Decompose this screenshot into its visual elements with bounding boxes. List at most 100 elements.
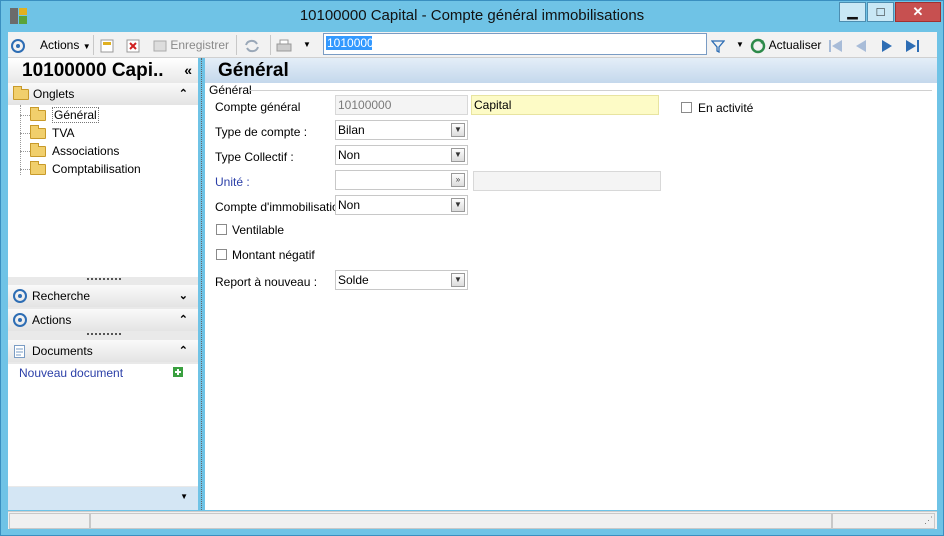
chevron-up-icon: ⌃ [178, 345, 188, 357]
splitter-grip[interactable] [87, 278, 121, 281]
ventilable-checkbox[interactable] [216, 224, 227, 235]
print-dropdown-icon[interactable]: ▼ [303, 32, 311, 58]
actions-menu-button[interactable]: Actions ▼ [40, 32, 91, 58]
unite-description-field [473, 171, 661, 191]
status-cell [832, 513, 935, 529]
next-record-icon[interactable] [880, 32, 894, 58]
report-value: Solde [338, 273, 369, 287]
folder-icon [30, 125, 46, 139]
search-selected-text: 10100000 [326, 36, 381, 50]
folder-icon [30, 161, 46, 175]
actions-label: Actions [32, 313, 72, 327]
tab-comptabilisation[interactable]: Comptabilisation [30, 160, 141, 178]
refresh-button[interactable]: Actualiser [750, 32, 821, 58]
chevron-down-icon: ▼ [82, 42, 91, 51]
folder-icon [13, 86, 29, 100]
save-label: Enregistrer [170, 38, 230, 52]
sidebar: 10100000 Capi.. « Onglets ⌃ Général TVA … [8, 58, 198, 510]
title-bar: 10100000 Capital - Compte général immobi… [1, 1, 943, 31]
chevron-down-icon[interactable]: ▼ [451, 123, 465, 137]
compte-general-code-field: 10100000 [335, 95, 468, 115]
type-collectif-label: Type Collectif : [215, 150, 294, 164]
actions-menu-label: Actions [40, 38, 80, 52]
compte-immo-label: Compte d'immobilisation : [215, 200, 353, 214]
maximize-button[interactable]: □ [867, 2, 894, 22]
tab-tva[interactable]: TVA [30, 124, 74, 142]
resize-grip-icon[interactable]: ⋰ [924, 515, 933, 526]
refresh-label: Actualiser [768, 38, 822, 52]
en-activite-label: En activité [698, 101, 754, 115]
status-cell [90, 513, 832, 529]
sync-icon[interactable] [244, 32, 260, 58]
new-document-link[interactable]: Nouveau document [19, 366, 123, 380]
new-record-icon[interactable] [100, 32, 114, 58]
chevron-down-icon[interactable]: ▼ [451, 148, 465, 162]
main-panel: Général Général Compte général 10100000 … [205, 58, 937, 510]
window-title: 10100000 Capital - Compte général immobi… [299, 7, 645, 24]
chevron-down-icon[interactable]: ▼ [180, 492, 188, 501]
chevron-up-icon: ⌃ [178, 88, 188, 100]
previous-record-icon[interactable] [854, 32, 868, 58]
compte-general-label: Compte général [215, 100, 301, 114]
filter-icon[interactable] [710, 32, 726, 58]
compte-immo-value: Non [338, 198, 361, 212]
compte-general-name-field[interactable]: Capital [471, 95, 659, 115]
document-icon [14, 345, 25, 358]
search-input[interactable] [324, 34, 706, 54]
actions-header[interactable]: Actions ⌃ [8, 309, 198, 331]
type-collectif-value: Non [338, 148, 361, 162]
onglets-tree: Général TVA Associations Comptabilisatio… [8, 105, 198, 277]
report-label: Report à nouveau : [215, 275, 318, 289]
collapse-sidebar-button[interactable]: « [184, 62, 192, 78]
onglets-header[interactable]: Onglets ⌃ [8, 83, 198, 105]
recherche-header[interactable]: Recherche ⌄ [8, 285, 198, 307]
filter-dropdown-icon[interactable]: ▼ [736, 32, 744, 58]
tab-associations[interactable]: Associations [30, 142, 119, 160]
en-activite-checkbox[interactable] [681, 102, 692, 113]
chevron-up-icon: ⌃ [178, 314, 188, 326]
tab-general[interactable]: Général [30, 106, 99, 124]
double-chevron-down-icon[interactable]: » [451, 173, 465, 187]
save-button[interactable]: Enregistrer [153, 32, 229, 58]
minimize-button[interactable]: ▁ [839, 2, 866, 22]
type-compte-value: Bilan [338, 123, 365, 137]
documents-panel: Nouveau document [8, 364, 198, 486]
group-label: Général [209, 83, 252, 97]
type-compte-label: Type de compte : [215, 125, 308, 139]
record-title: 10100000 Capi.. [8, 58, 198, 83]
page-title: Général [205, 58, 937, 83]
delete-icon[interactable] [126, 32, 140, 58]
montant-negatif-label: Montant négatif [232, 248, 315, 262]
compte-immo-select[interactable]: Non ▼ [335, 195, 468, 215]
status-cell [9, 513, 90, 529]
search-field[interactable] [323, 33, 707, 55]
print-icon[interactable] [276, 32, 292, 58]
onglets-label: Onglets [33, 87, 75, 101]
open-folder-icon [30, 107, 46, 121]
documents-label: Documents [32, 344, 93, 358]
tab-general-label: Général [52, 107, 99, 123]
chevron-down-icon[interactable]: ▼ [451, 273, 465, 287]
chevron-down-icon: ⌄ [178, 290, 188, 302]
vertical-splitter[interactable] [201, 58, 202, 510]
montant-negatif-checkbox[interactable] [216, 249, 227, 260]
splitter-grip[interactable] [87, 333, 121, 336]
type-collectif-select[interactable]: Non ▼ [335, 145, 468, 165]
type-compte-select[interactable]: Bilan ▼ [335, 120, 468, 140]
close-button[interactable]: ✕ [895, 2, 941, 22]
tab-tva-label: TVA [52, 126, 75, 140]
chevron-down-icon[interactable]: ▼ [451, 198, 465, 212]
actions-panel-icon [13, 313, 27, 327]
application-window: 10100000 Capital - Compte général immobi… [0, 0, 944, 536]
report-select[interactable]: Solde ▼ [335, 270, 468, 290]
sidebar-footer: ▼ [8, 487, 198, 510]
unite-select[interactable]: » [335, 170, 468, 190]
tab-associations-label: Associations [52, 144, 120, 158]
unite-label[interactable]: Unité : [215, 175, 250, 189]
actions-menu-icon[interactable] [11, 32, 25, 58]
recherche-label: Recherche [32, 289, 91, 303]
documents-header[interactable]: Documents ⌃ [8, 340, 198, 362]
first-record-icon[interactable] [828, 32, 844, 58]
add-document-icon[interactable] [173, 367, 183, 377]
last-record-icon[interactable] [905, 32, 921, 58]
